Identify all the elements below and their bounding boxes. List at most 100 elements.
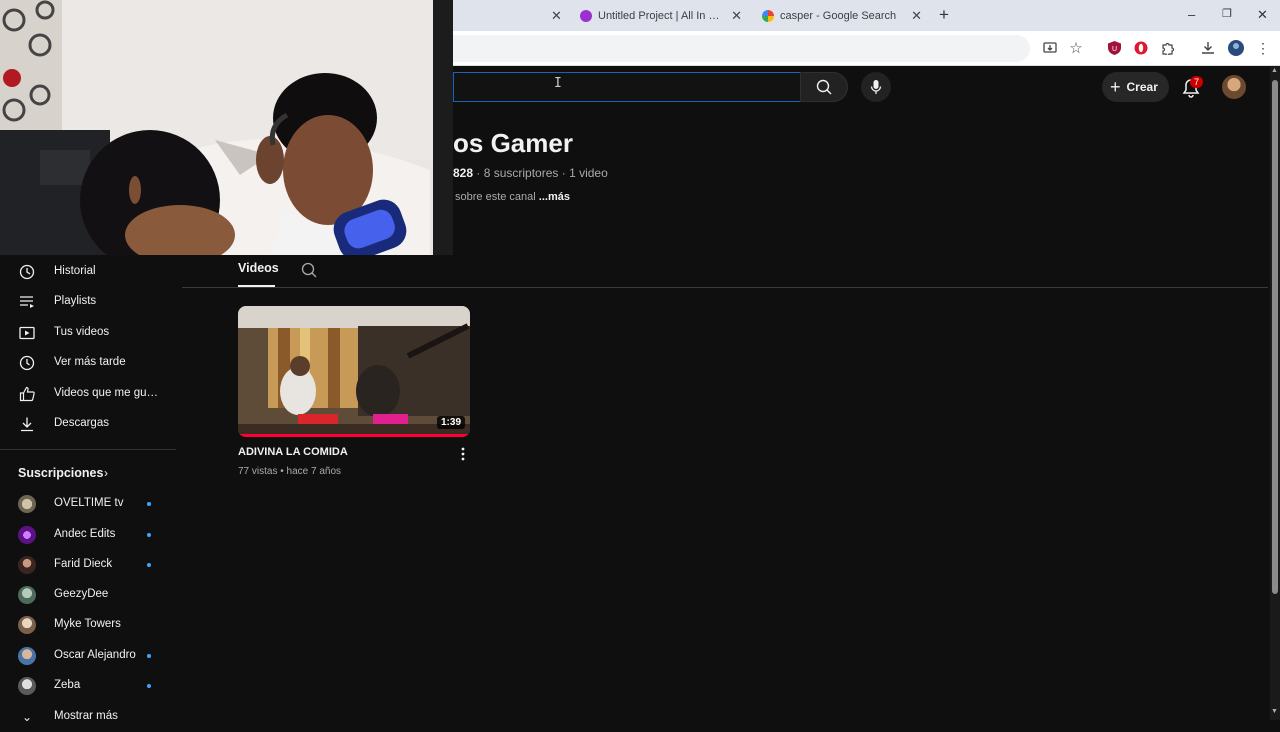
sidebar-item-history[interactable]: Historial [0,257,176,287]
subscription-name: Zeba [54,679,81,691]
like-icon [19,386,35,402]
playlist-icon [19,294,35,310]
subscription-name: Oscar Alejandro [54,649,136,661]
avatar [18,616,36,634]
video-title[interactable]: ADIVINA LA COMIDA [238,446,348,458]
chevron-down-icon: ⌄ [21,710,33,724]
sidebar-item-label: Descargas [54,417,109,429]
watch-later-icon [19,355,35,371]
avatar [18,526,36,544]
channel-description-text: sobre este canal [455,191,536,203]
subscription-name: Myke Towers [54,618,121,630]
subscription-name: Andec Edits [54,528,116,540]
channel-handle: 828 [453,166,474,180]
sidebar-item-label: Ver más tarde [54,356,126,368]
more-options-icon[interactable] [457,447,469,461]
voice-search-button[interactable] [861,72,891,102]
ublock-extension-icon[interactable]: U [1106,40,1122,56]
thumbnail-image [238,306,470,437]
sidebar-item-your-videos[interactable]: Tus videos [0,318,176,348]
new-content-dot [147,502,151,506]
account-avatar[interactable] [1222,75,1246,99]
avatar [18,647,36,665]
sidebar-item-watch-later[interactable]: Ver más tarde [0,348,176,378]
text-cursor-icon: I [554,76,562,91]
untitled-project-favicon-icon [580,9,592,22]
downloads-icon[interactable] [1200,40,1216,56]
video-metadata: 77 vistas • hace 7 años [238,466,341,477]
browser-tab-untitled-project[interactable]: Untitled Project | All In One Web E ✕ [572,0,752,31]
scroll-down-arrow-icon[interactable]: ▼ [1271,708,1278,715]
search-button[interactable] [800,72,848,102]
sidebar-subscription[interactable]: Zeba [0,671,176,701]
meta-separator: • [280,466,284,477]
sidebar-show-more[interactable]: ⌄ Mostrar más [0,702,176,732]
sidebar-item-playlists[interactable]: Playlists [0,287,176,317]
profile-avatar-icon[interactable] [1228,40,1244,56]
tab-videos[interactable]: Videos [238,261,279,275]
browser-menu-icon[interactable]: ⋮ [1255,40,1271,56]
search-input[interactable] [453,72,800,102]
tabs-divider [182,287,1268,288]
video-thumbnail[interactable]: 1:39 [238,306,470,437]
channel-stats: 828 · 8 suscriptores · 1 video [453,166,608,180]
tab-title: casper - Google Search [780,9,897,22]
minimize-button[interactable]: – [1188,7,1195,22]
chevron-right-icon[interactable]: › [104,466,108,480]
webcam-video-image [0,0,453,255]
watch-progress-bar [238,434,470,437]
avatar [18,556,36,574]
sidebar-item-downloads[interactable]: Descargas [0,409,176,439]
sidebar-subscription[interactable]: Andec Edits [0,520,176,550]
new-content-dot [147,684,151,688]
sidebar-subscription[interactable]: Oscar Alejandro [0,641,176,671]
sidebar-subscription[interactable]: Myke Towers [0,610,176,640]
google-favicon-icon [762,9,774,22]
plus-icon: + [1110,77,1121,97]
sidebar-subscription[interactable]: Farid Dieck [0,550,176,580]
video-duration: 1:39 [436,416,465,429]
sidebar-item-liked-videos[interactable]: Videos que me gus... [0,379,176,409]
channel-counts: · 8 suscriptores · 1 video [476,166,608,180]
subscription-name: OVELTIME tv [54,497,124,509]
install-app-icon[interactable] [1042,40,1058,56]
new-content-dot [147,563,151,567]
video-views: 77 vistas [238,466,278,477]
avatar [18,677,36,695]
channel-search-icon[interactable] [301,262,317,278]
extensions-puzzle-icon[interactable] [1160,40,1176,56]
sidebar-item-label: Historial [54,265,96,277]
avatar [18,586,36,604]
scrollbar-thumb[interactable] [1272,80,1278,594]
show-more-label: Mostrar más [54,710,118,722]
create-button[interactable]: + Crear [1102,72,1169,102]
scroll-up-arrow-icon[interactable]: ▲ [1271,67,1278,74]
video-age: hace 7 años [286,466,342,477]
more-link[interactable]: ...más [539,191,570,203]
bookmark-star-icon[interactable]: ☆ [1068,40,1084,57]
restore-button[interactable]: ❐ [1222,7,1232,20]
channel-name: os Gamer [453,128,573,158]
tab-close-icon[interactable]: ✕ [731,8,742,24]
your-videos-icon [19,325,35,341]
new-content-dot [147,654,151,658]
tab-close-icon[interactable]: ✕ [551,8,562,24]
browser-tab-google-search[interactable]: casper - Google Search ✕ [754,0,932,31]
sidebar-divider [0,449,176,450]
new-content-dot [147,533,151,537]
opera-extension-icon[interactable] [1133,40,1149,56]
avatar [18,495,36,513]
sidebar-item-label: Videos que me gus... [54,387,158,399]
sidebar-subscription[interactable]: OVELTIME tv [0,489,176,519]
new-tab-button[interactable]: + [939,5,949,25]
sidebar-subscription[interactable]: GeezyDee [0,580,176,610]
sidebar-item-label: Tus videos [54,326,110,338]
close-window-button[interactable]: ✕ [1257,7,1268,23]
tab-title: Untitled Project | All In One Web E [598,9,723,22]
subscriptions-title[interactable]: Suscripciones [18,466,103,480]
create-label: Crear [1126,80,1158,94]
search-icon [816,79,832,95]
tab-close-icon[interactable]: ✕ [911,8,922,24]
sidebar-item-label: Playlists [54,295,97,307]
channel-description[interactable]: sobre este canal ...más [455,191,570,203]
